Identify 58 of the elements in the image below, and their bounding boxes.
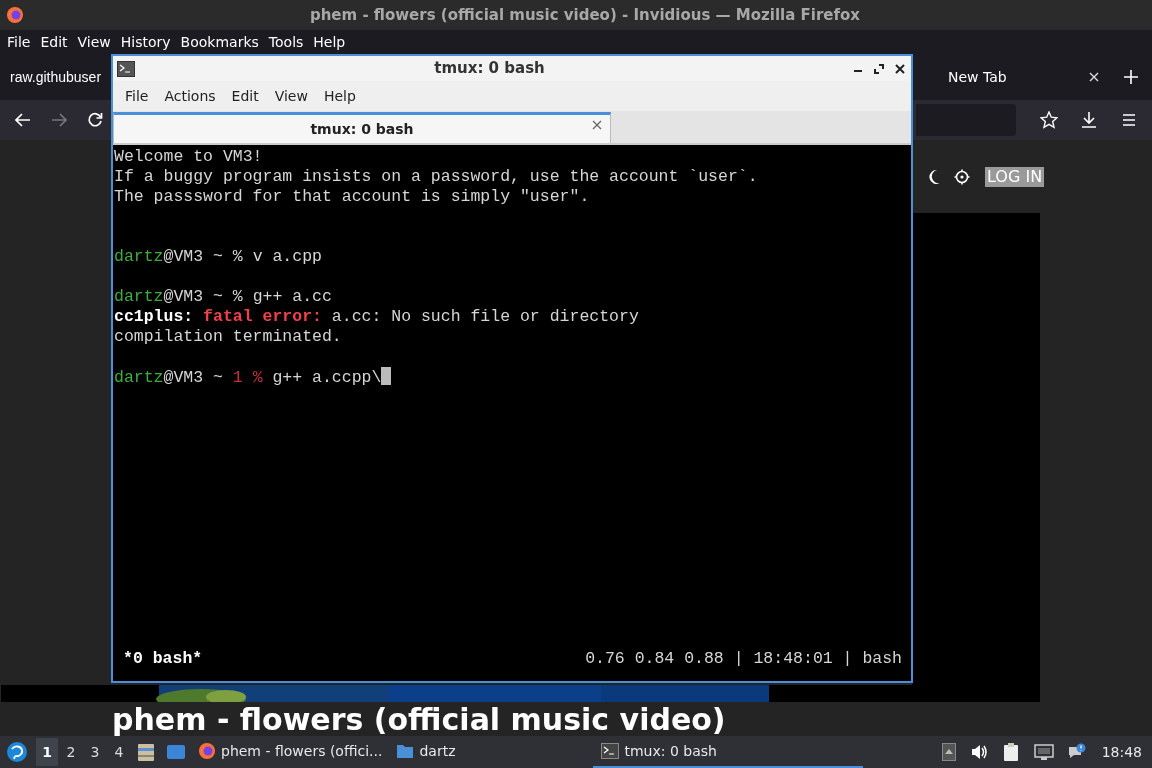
terminal-icon: [601, 742, 620, 760]
expand-tray-icon[interactable]: [941, 743, 956, 761]
menu-item[interactable]: File: [117, 85, 157, 107]
terminal-line: dartz@VM3 ~ % g++ a.cc: [114, 287, 332, 306]
maximize-icon[interactable]: [872, 61, 886, 76]
desktop-icon[interactable]: [166, 743, 186, 761]
menu-item[interactable]: Tools: [263, 31, 309, 53]
menu-item[interactable]: Edit: [35, 31, 73, 53]
menu-item[interactable]: Edit: [223, 85, 267, 107]
menu-item[interactable]: View: [266, 85, 316, 107]
volume-icon[interactable]: [969, 743, 988, 761]
clipboard-icon[interactable]: [1001, 742, 1020, 762]
terminal-line: compilation terminated.: [114, 327, 342, 346]
window-title: tmux: 0 bash: [433, 58, 546, 80]
menu-item[interactable]: Help: [315, 85, 364, 107]
taskbar-task[interactable]: dartz: [390, 736, 462, 768]
workspace-button[interactable]: 4: [108, 738, 130, 766]
start-menu-icon[interactable]: [6, 741, 28, 763]
back-arrow-icon: [15, 113, 31, 127]
terminal-line: The passsword for that account is simply "user".: [114, 187, 590, 206]
window-title: phem - flowers (official music video) - Invidious — Mozilla Firefox: [308, 4, 862, 26]
workspace-button[interactable]: 2: [60, 738, 82, 766]
menu-item[interactable]: File: [2, 31, 36, 53]
terminal-icon: [117, 60, 135, 77]
status-window-name: *0 bash*: [123, 649, 203, 669]
menu-icon[interactable]: [1120, 111, 1138, 129]
terminal-line: If a buggy program insists on a password, use the account `user`.: [114, 167, 758, 186]
menu-item[interactable]: View: [72, 31, 116, 53]
new-tab-icon[interactable]: [1124, 70, 1138, 84]
menu-item[interactable]: Help: [308, 31, 351, 53]
browser-tab[interactable]: New Tab: [922, 54, 1112, 100]
terminal-line: Welcome to VM3!: [114, 147, 263, 166]
menu-item[interactable]: Actions: [156, 85, 224, 107]
video-title: phem - flowers (official music video): [112, 704, 726, 736]
moon-icon: [927, 169, 941, 185]
settings-icon[interactable]: [954, 169, 970, 185]
clock[interactable]: 18:48: [1101, 741, 1142, 763]
workspace-button[interactable]: 3: [84, 738, 106, 766]
menu-item[interactable]: Bookmarks: [175, 31, 264, 53]
file-cabinet-icon[interactable]: [136, 742, 156, 762]
menu-item[interactable]: History: [115, 31, 176, 53]
terminal-line: dartz@VM3 ~ 1 % g++ a.ccpp\: [114, 368, 382, 387]
close-icon[interactable]: [893, 61, 907, 76]
notification-icon[interactable]: [1067, 743, 1086, 761]
forward-arrow-icon: [51, 113, 67, 127]
taskbar-task[interactable]: tmux: 0 bash: [593, 736, 864, 768]
workspace-button[interactable]: 1: [36, 738, 58, 766]
terminal-tab[interactable]: tmux: 0 bash: [113, 112, 611, 143]
folder-icon: [396, 742, 415, 760]
network-icon[interactable]: [1033, 743, 1054, 761]
download-icon[interactable]: [1080, 111, 1098, 129]
taskbar-task[interactable]: phem - flowers (offici...: [192, 736, 389, 768]
terminal-line: cc1plus: fatal error: a.cc: No such file or directory: [114, 307, 639, 326]
star-icon[interactable]: [1040, 111, 1058, 129]
browser-tab[interactable]: raw.githubuser: [0, 54, 110, 100]
reload-icon: [87, 112, 103, 128]
terminal-line: dartz@VM3 ~ % v a.cpp: [114, 247, 322, 266]
status-info: 0.76 0.84 0.88 | 18:48:01 | bash: [585, 649, 902, 669]
